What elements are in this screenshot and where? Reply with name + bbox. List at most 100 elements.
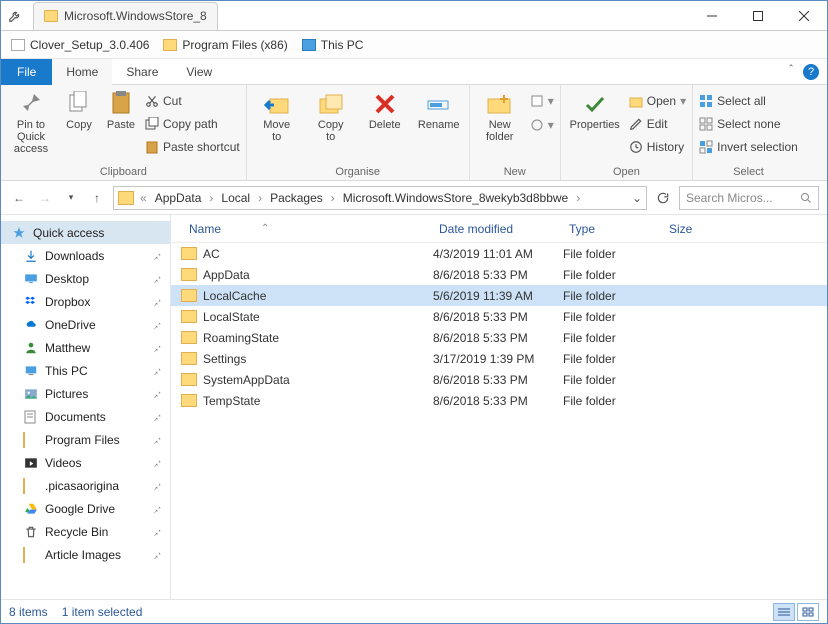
delete-button[interactable]: Delete: [361, 89, 409, 131]
properties-button[interactable]: Properties: [567, 89, 623, 131]
address-row: ← → ▾ ↑ « AppData›Local›Packages›Microso…: [1, 181, 827, 215]
sidebar-item[interactable]: Article Images: [1, 543, 170, 566]
breadcrumb-segment[interactable]: Local: [217, 191, 254, 205]
copy-path-button[interactable]: Copy path: [145, 114, 240, 134]
bookmark-item[interactable]: Clover_Setup_3.0.406: [11, 38, 149, 52]
edit-button[interactable]: Edit: [629, 114, 686, 134]
rename-button[interactable]: Rename: [415, 89, 463, 131]
close-button[interactable]: [781, 1, 827, 31]
pin-icon: [152, 389, 162, 399]
folder-icon: [181, 310, 197, 323]
sidebar-item[interactable]: Videos: [1, 451, 170, 474]
copy-to-button[interactable]: Copy to: [307, 89, 355, 143]
history-button[interactable]: History: [629, 137, 686, 157]
star-icon: [11, 226, 27, 240]
table-row[interactable]: LocalState8/6/2018 5:33 PMFile folder: [171, 306, 827, 327]
folder-icon: [118, 191, 134, 205]
breadcrumb-segment[interactable]: Packages: [266, 191, 327, 205]
wrench-icon[interactable]: [1, 9, 29, 23]
view-tab[interactable]: View: [172, 59, 226, 85]
sidebar-item[interactable]: Pictures: [1, 382, 170, 405]
copy-button[interactable]: Copy: [61, 89, 97, 131]
move-to-button[interactable]: Move to: [253, 89, 301, 143]
folder-icon: [23, 548, 39, 562]
breadcrumb-dropdown[interactable]: ⌄: [632, 191, 642, 205]
table-row[interactable]: AppData8/6/2018 5:33 PMFile folder: [171, 264, 827, 285]
sidebar-item[interactable]: Google Drive: [1, 497, 170, 520]
easy-access-button[interactable]: ▾: [530, 115, 554, 135]
folder-icon: [181, 268, 197, 281]
pin-quick-access-button[interactable]: Pin to Quick access: [7, 89, 55, 155]
search-icon: [800, 192, 812, 204]
chevron-right-icon: ›: [207, 191, 215, 205]
folder-icon: [163, 39, 177, 51]
bookmark-item[interactable]: Program Files (x86): [163, 38, 287, 52]
sidebar-item[interactable]: Downloads: [1, 244, 170, 267]
pin-icon: [152, 504, 162, 514]
titlebar: Microsoft.WindowsStore_8: [1, 1, 827, 31]
cut-button[interactable]: Cut: [145, 91, 240, 111]
sidebar-item[interactable]: Recycle Bin: [1, 520, 170, 543]
sidebar-item[interactable]: Documents: [1, 405, 170, 428]
back-button[interactable]: ←: [9, 188, 29, 208]
help-icon[interactable]: ?: [803, 64, 819, 80]
sidebar-item[interactable]: Matthew: [1, 336, 170, 359]
gdrive-icon: [23, 502, 39, 516]
sidebar-item[interactable]: Desktop: [1, 267, 170, 290]
new-folder-button[interactable]: New folder: [476, 89, 524, 143]
table-row[interactable]: TempState8/6/2018 5:33 PMFile folder: [171, 390, 827, 411]
sidebar-item[interactable]: This PC: [1, 359, 170, 382]
file-tab[interactable]: File: [1, 59, 52, 85]
table-row[interactable]: AC4/3/2019 11:01 AMFile folder: [171, 243, 827, 264]
sidebar-item[interactable]: Program Files: [1, 428, 170, 451]
up-button[interactable]: ↑: [87, 188, 107, 208]
paste-shortcut-button[interactable]: Paste shortcut: [145, 137, 240, 157]
share-tab[interactable]: Share: [112, 59, 172, 85]
details-view-button[interactable]: [773, 603, 795, 621]
address-bar[interactable]: « AppData›Local›Packages›Microsoft.Windo…: [113, 186, 647, 210]
pictures-icon: [23, 387, 39, 401]
chevron-right-icon: ›: [574, 191, 582, 205]
table-row[interactable]: SystemAppData8/6/2018 5:33 PMFile folder: [171, 369, 827, 390]
pin-icon: [152, 366, 162, 376]
breadcrumb-segment[interactable]: Microsoft.WindowsStore_8wekyb3d8bbwe: [339, 191, 572, 205]
new-item-button[interactable]: ▾: [530, 91, 554, 111]
folder-icon: [23, 479, 39, 493]
recycle-icon: [23, 525, 39, 539]
table-row[interactable]: Settings3/17/2019 1:39 PMFile folder: [171, 348, 827, 369]
sidebar-quick-access[interactable]: Quick access: [1, 221, 170, 244]
bookmark-item[interactable]: This PC: [302, 38, 364, 52]
paste-button[interactable]: Paste: [103, 89, 139, 131]
sidebar-item[interactable]: .picasaorigina: [1, 474, 170, 497]
pin-icon: [152, 297, 162, 307]
table-row[interactable]: RoamingState8/6/2018 5:33 PMFile folder: [171, 327, 827, 348]
select-none-button[interactable]: Select none: [699, 114, 798, 134]
sidebar-item[interactable]: Dropbox: [1, 290, 170, 313]
dropbox-icon: [23, 295, 39, 309]
sort-arrow-icon: ⌃: [261, 223, 269, 234]
folder-icon: [44, 10, 58, 22]
invert-selection-button[interactable]: Invert selection: [699, 137, 798, 157]
forward-button[interactable]: →: [35, 188, 55, 208]
videos-icon: [23, 456, 39, 470]
recent-button[interactable]: ▾: [61, 188, 81, 208]
chevron-up-icon[interactable]: ＾: [785, 63, 797, 80]
table-row[interactable]: LocalCache5/6/2019 11:39 AMFile folder: [171, 285, 827, 306]
folder-icon: [181, 247, 197, 260]
large-icons-view-button[interactable]: [797, 603, 819, 621]
refresh-button[interactable]: [653, 188, 673, 208]
browser-tab[interactable]: Microsoft.WindowsStore_8: [33, 2, 218, 30]
search-input[interactable]: Search Micros...: [679, 186, 819, 210]
clipboard-group-label: Clipboard: [7, 164, 240, 178]
maximize-button[interactable]: [735, 1, 781, 31]
breadcrumb-segment[interactable]: AppData: [151, 191, 206, 205]
sidebar-item[interactable]: OneDrive: [1, 313, 170, 336]
column-headers[interactable]: Name⌃ Date modified Type Size: [171, 215, 827, 243]
home-tab[interactable]: Home: [52, 59, 112, 85]
chevron-right-icon: ›: [329, 191, 337, 205]
select-all-button[interactable]: Select all: [699, 91, 798, 111]
minimize-button[interactable]: [689, 1, 735, 31]
folder-icon: [181, 289, 197, 302]
open-button[interactable]: Open ▾: [629, 91, 686, 111]
documents-icon: [23, 410, 39, 424]
